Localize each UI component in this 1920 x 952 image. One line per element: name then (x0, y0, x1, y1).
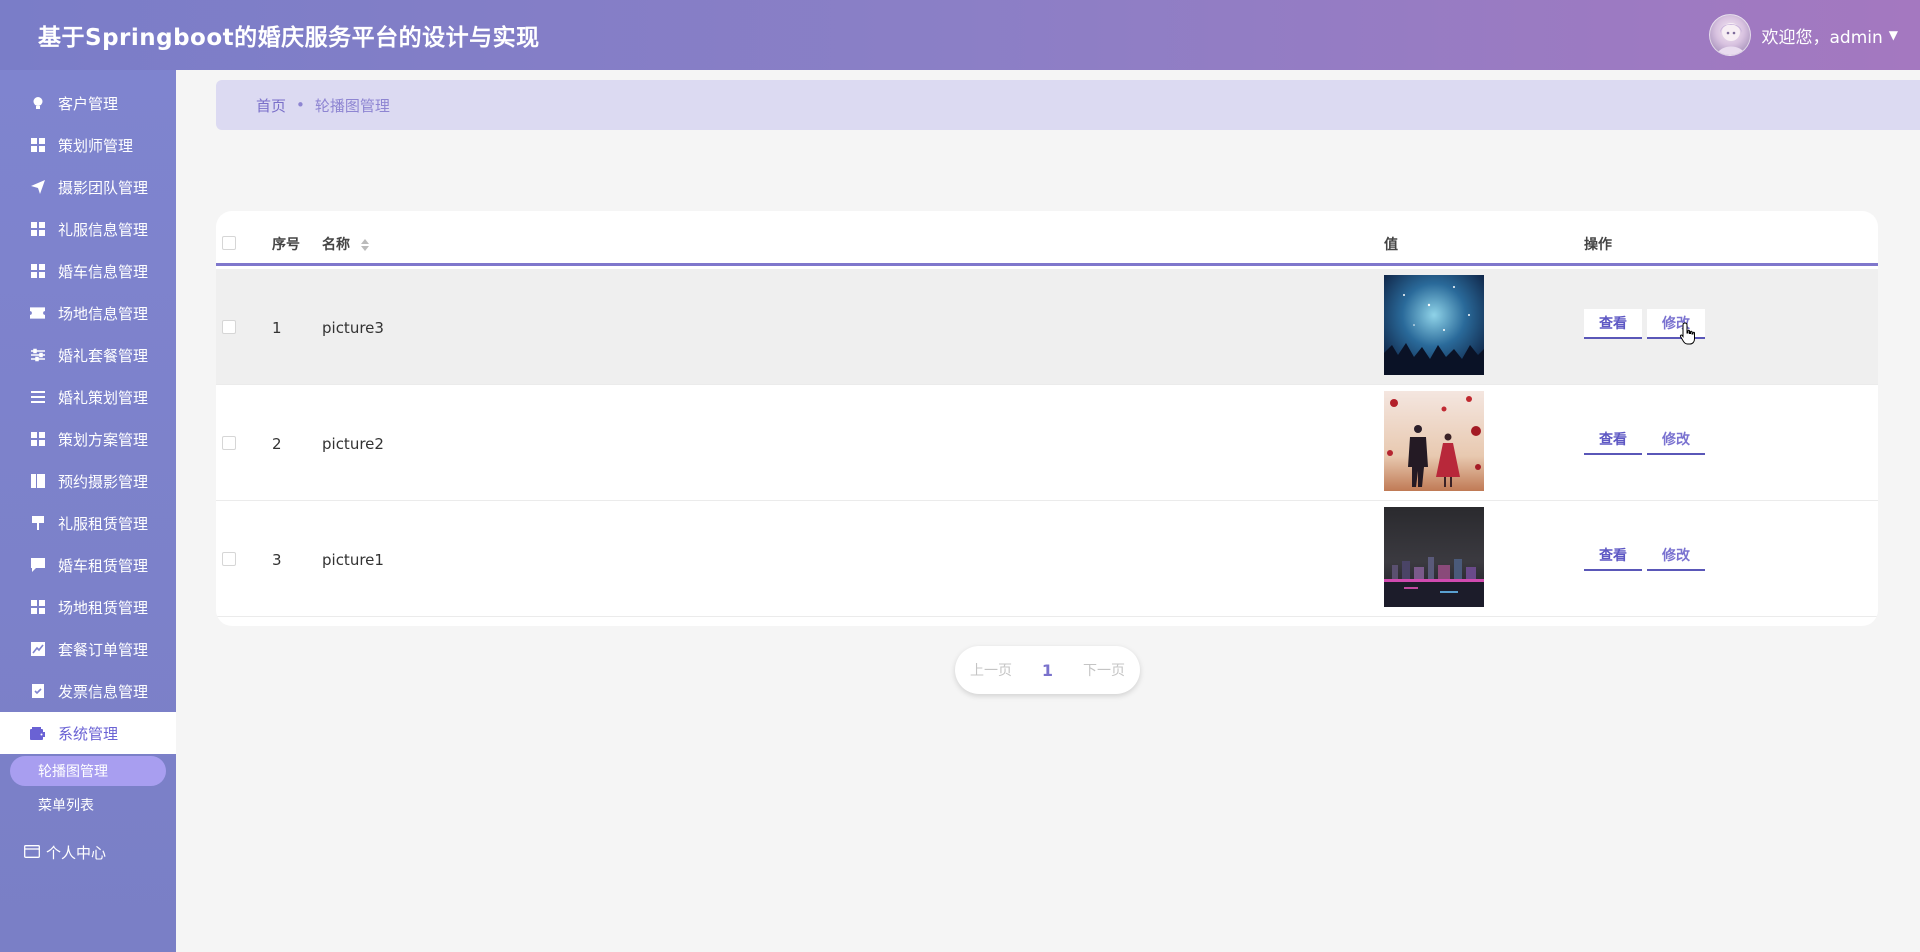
sidebar-item-label: 发票信息管理 (58, 682, 149, 701)
sidebar-item-packages[interactable]: 婚礼套餐管理 (0, 334, 176, 376)
edit-button[interactable]: 修改 (1647, 541, 1705, 571)
user-avatar-icon[interactable] (1709, 14, 1752, 56)
grid-icon (30, 138, 45, 153)
bulb-icon (30, 96, 45, 111)
welcome-text[interactable]: 欢迎您，admin (1761, 23, 1882, 48)
sidebar-item-invoices[interactable]: 发票信息管理 (0, 670, 176, 712)
row-checkbox[interactable] (222, 436, 236, 450)
sidebar-item-label: 个人中心 (46, 844, 107, 862)
sidebar-item-cars[interactable]: 婚车信息管理 (0, 250, 176, 292)
row-checkbox[interactable] (222, 320, 236, 334)
hand-cursor-icon (1679, 322, 1697, 350)
row-index: 3 (272, 551, 282, 569)
app-title: 基于Springboot的婚庆服务平台的设计与实现 (38, 25, 540, 51)
sidebar-item-personal[interactable]: 个人中心 (24, 842, 106, 863)
table-row[interactable]: 3 picture1 查看 修改 (216, 501, 1878, 617)
header-index: 序号 (272, 237, 300, 253)
sidebar-item-label: 套餐订单管理 (58, 640, 149, 659)
sidebar-item-car-rental[interactable]: 婚车租赁管理 (0, 544, 176, 586)
carousel-table: 序号 名称 值 操作 1 picture3 查看 修改 2 picture2 查… (216, 211, 1878, 626)
next-page-button[interactable]: 下一页 (1083, 660, 1125, 680)
view-button[interactable]: 查看 (1584, 309, 1642, 339)
breadcrumb-separator: • (296, 96, 305, 114)
clipboard-icon (30, 684, 45, 699)
list-icon (30, 390, 45, 405)
header-name-label: 名称 (322, 237, 350, 253)
row-name: picture2 (322, 435, 384, 453)
sidebar-item-venues[interactable]: 场地信息管理 (0, 292, 176, 334)
sidebar-item-label: 摄影团队管理 (58, 178, 149, 197)
sidebar-item-system[interactable]: 系统管理 (0, 712, 176, 754)
sidebar-item-photo-booking[interactable]: 预约摄影管理 (0, 460, 176, 502)
sidebar-item-label: 场地租赁管理 (58, 598, 149, 617)
row-name: picture3 (322, 319, 384, 337)
table-row[interactable]: 2 picture2 查看 修改 (216, 385, 1878, 501)
sidebar-item-label: 策划师管理 (58, 136, 134, 155)
sidebar-item-plans[interactable]: 策划方案管理 (0, 418, 176, 460)
chevron-down-icon[interactable]: ▼ (1889, 28, 1898, 42)
sidebar-item-label: 预约摄影管理 (58, 472, 149, 491)
row-index: 1 (272, 319, 282, 337)
sliders-icon (30, 348, 45, 363)
top-header: 基于Springboot的婚庆服务平台的设计与实现 欢迎您，admin ▼ (0, 0, 1920, 70)
sidebar-item-label: 婚车信息管理 (58, 262, 149, 281)
row-checkbox[interactable] (222, 552, 236, 566)
select-all-checkbox[interactable] (222, 236, 236, 250)
sidebar-item-dresses[interactable]: 礼服信息管理 (0, 208, 176, 250)
sidebar: 客户管理 策划师管理 摄影团队管理 礼服信息管理 婚车信息管理 场地信息管理 婚… (0, 70, 176, 952)
sidebar-item-label: 礼服租赁管理 (58, 514, 149, 533)
sidebar-item-label: 婚礼套餐管理 (58, 346, 149, 365)
sidebar-item-label: 系统管理 (58, 724, 119, 743)
grid-icon (30, 264, 45, 279)
grid-icon (30, 600, 45, 615)
breadcrumb: 首页 • 轮播图管理 (216, 80, 1920, 130)
card-icon (24, 844, 40, 862)
wallet-icon (30, 726, 45, 741)
pin-icon (30, 516, 45, 531)
view-button[interactable]: 查看 (1584, 541, 1642, 571)
book-icon (30, 474, 45, 489)
sidebar-item-planners[interactable]: 策划师管理 (0, 124, 176, 166)
submenu-menu-list[interactable]: 菜单列表 (10, 790, 166, 820)
sidebar-item-label: 婚礼策划管理 (58, 388, 149, 407)
submenu-carousel[interactable]: 轮播图管理 (10, 756, 166, 786)
chart-icon (30, 642, 45, 657)
page-number[interactable]: 1 (1042, 661, 1053, 680)
grid-icon (30, 222, 45, 237)
thumbnail-image (1384, 507, 1484, 607)
header-action: 操作 (1584, 237, 1612, 253)
sidebar-item-orders[interactable]: 套餐订单管理 (0, 628, 176, 670)
pagination: 上一页 1 下一页 (955, 646, 1140, 694)
header-name[interactable]: 名称 (322, 234, 369, 254)
sidebar-item-label: 策划方案管理 (58, 430, 149, 449)
sidebar-item-dress-rental[interactable]: 礼服租赁管理 (0, 502, 176, 544)
send-icon (30, 180, 45, 195)
thumbnail-image (1384, 275, 1484, 375)
ticket-icon (30, 306, 45, 321)
sidebar-item-photo-teams[interactable]: 摄影团队管理 (0, 166, 176, 208)
table-row[interactable]: 1 picture3 查看 修改 (216, 269, 1878, 385)
edit-button[interactable]: 修改 (1647, 425, 1705, 455)
view-button[interactable]: 查看 (1584, 425, 1642, 455)
breadcrumb-current: 轮播图管理 (314, 96, 390, 115)
row-name: picture1 (322, 551, 384, 569)
sidebar-item-venue-rental[interactable]: 场地租赁管理 (0, 586, 176, 628)
sidebar-item-label: 客户管理 (58, 94, 119, 113)
grid-icon (30, 432, 45, 447)
breadcrumb-home[interactable]: 首页 (256, 95, 286, 116)
sidebar-item-label: 婚车租赁管理 (58, 556, 149, 575)
sidebar-item-label: 场地信息管理 (58, 304, 149, 323)
prev-page-button[interactable]: 上一页 (970, 660, 1012, 680)
user-menu[interactable]: 欢迎您，admin ▼ (1709, 14, 1898, 56)
sidebar-item-label: 礼服信息管理 (58, 220, 149, 239)
sidebar-item-planning[interactable]: 婚礼策划管理 (0, 376, 176, 418)
header-value: 值 (1384, 237, 1398, 253)
sidebar-item-customers[interactable]: 客户管理 (0, 82, 176, 124)
thumbnail-image (1384, 391, 1484, 491)
table-header: 序号 名称 值 操作 (216, 211, 1878, 266)
chat-icon (30, 558, 45, 573)
sort-icon[interactable] (360, 239, 369, 251)
row-index: 2 (272, 435, 282, 453)
